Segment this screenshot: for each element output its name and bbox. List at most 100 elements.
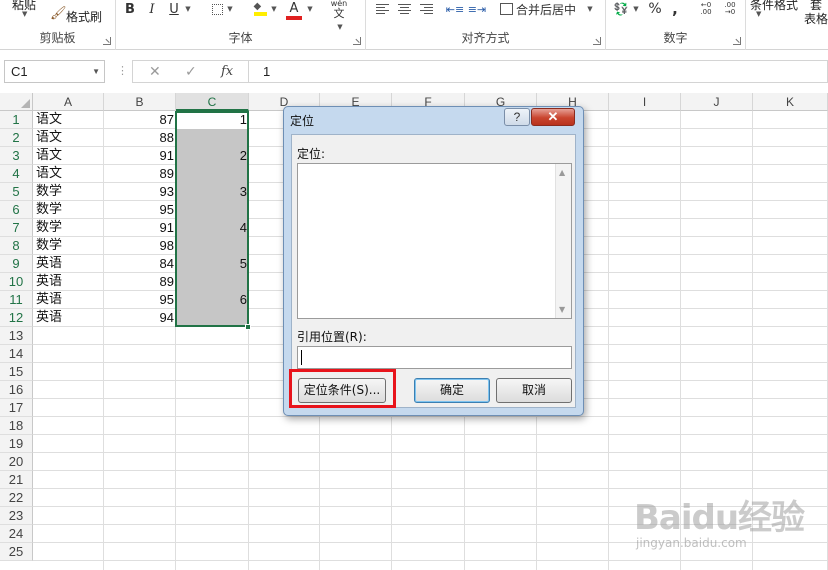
row-header[interactable]: 25 <box>0 543 33 561</box>
italic-button[interactable]: I <box>144 0 160 18</box>
row-header[interactable]: 5 <box>0 183 33 201</box>
cell-b11[interactable]: 95 <box>104 291 176 309</box>
row-header[interactable]: 4 <box>0 165 33 183</box>
ok-button[interactable]: 确定 <box>414 378 490 403</box>
cell-c4[interactable] <box>176 165 249 183</box>
cell-c3[interactable]: 2 <box>176 147 249 165</box>
insert-function-icon[interactable]: fx <box>221 64 233 79</box>
cell-c10[interactable] <box>176 273 249 291</box>
row-header[interactable]: 2 <box>0 129 33 147</box>
cell-c8[interactable] <box>176 237 249 255</box>
align-center-icon[interactable] <box>396 0 412 18</box>
row-header[interactable]: 24 <box>0 525 33 543</box>
cell-c7[interactable]: 4 <box>176 219 249 237</box>
row-header[interactable]: 21 <box>0 471 33 489</box>
cell-b3[interactable]: 91 <box>104 147 176 165</box>
row-header[interactable]: 10 <box>0 273 33 291</box>
cell-a5[interactable]: 数学 <box>33 183 104 201</box>
row-header[interactable]: 23 <box>0 507 33 525</box>
cell-b1[interactable]: 87 <box>104 111 176 129</box>
row-header[interactable]: 17 <box>0 399 33 417</box>
column-header-j[interactable]: J <box>681 93 753 111</box>
phonetic-button[interactable]: wén 文 <box>326 0 352 20</box>
cell-a1[interactable]: 语文 <box>33 111 104 129</box>
cell-c1[interactable]: 1 <box>176 111 249 129</box>
column-header-a[interactable]: A <box>33 93 104 111</box>
cell-c11[interactable]: 6 <box>176 291 249 309</box>
cell-c12[interactable] <box>176 309 249 327</box>
cell-a7[interactable]: 数学 <box>33 219 104 237</box>
cell-a6[interactable]: 数学 <box>33 201 104 219</box>
cancel-button[interactable]: 取消 <box>496 378 572 403</box>
font-color-button[interactable]: A <box>286 0 302 20</box>
comma-button[interactable]: , <box>668 0 682 18</box>
help-button[interactable]: ? <box>504 108 530 126</box>
merge-center-button[interactable]: 合并后居中 <box>516 0 582 18</box>
close-button[interactable]: ✕ <box>531 108 575 126</box>
row-header[interactable]: 19 <box>0 435 33 453</box>
row-header[interactable]: 11 <box>0 291 33 309</box>
row-header[interactable]: 22 <box>0 489 33 507</box>
cell-c5[interactable]: 3 <box>176 183 249 201</box>
cell-b8[interactable]: 98 <box>104 237 176 255</box>
underline-dropdown-icon[interactable]: ▼ <box>182 0 192 18</box>
reference-input[interactable] <box>297 346 572 369</box>
cell-a12[interactable]: 英语 <box>33 309 104 327</box>
cell-b12[interactable]: 94 <box>104 309 176 327</box>
cell-b5[interactable]: 93 <box>104 183 176 201</box>
formula-bar-grip-icon[interactable]: ⋮ <box>117 64 128 77</box>
name-box-dropdown-icon[interactable]: ▼ <box>92 61 100 82</box>
cell-a9[interactable]: 英语 <box>33 255 104 273</box>
row-header[interactable]: 16 <box>0 381 33 399</box>
border-dropdown-icon[interactable]: ▼ <box>224 0 234 18</box>
accounting-dropdown-icon[interactable]: ▼ <box>630 0 640 18</box>
column-header-i[interactable]: I <box>609 93 681 111</box>
row-header[interactable]: 1 <box>0 111 33 129</box>
clipboard-launcher-icon[interactable] <box>103 37 111 45</box>
cell-c2[interactable] <box>176 129 249 147</box>
column-header-b[interactable]: B <box>104 93 176 111</box>
row-header[interactable]: 3 <box>0 147 33 165</box>
scroll-up-icon[interactable]: ▲ <box>559 168 565 177</box>
row-header[interactable]: 18 <box>0 417 33 435</box>
number-launcher-icon[interactable] <box>733 37 741 45</box>
border-icon[interactable] <box>210 0 224 18</box>
cell-a3[interactable]: 语文 <box>33 147 104 165</box>
row-header[interactable]: 7 <box>0 219 33 237</box>
cell-b9[interactable]: 84 <box>104 255 176 273</box>
row-header[interactable]: 20 <box>0 453 33 471</box>
goto-listbox[interactable]: ▲ ▼ <box>297 163 572 319</box>
underline-button[interactable]: U <box>166 0 182 18</box>
fill-handle[interactable] <box>245 324 251 330</box>
increase-indent-icon[interactable]: ≡⇥ <box>468 0 486 18</box>
cell-a8[interactable]: 数学 <box>33 237 104 255</box>
row-header[interactable]: 14 <box>0 345 33 363</box>
row-header[interactable]: 12 <box>0 309 33 327</box>
merge-dropdown-icon[interactable]: ▼ <box>584 0 594 18</box>
cancel-icon[interactable]: ✕ <box>149 64 161 80</box>
row-header[interactable]: 8 <box>0 237 33 255</box>
row-header[interactable]: 6 <box>0 201 33 219</box>
cell-b10[interactable]: 89 <box>104 273 176 291</box>
select-all-button[interactable] <box>0 93 33 111</box>
fill-color-dropdown-icon[interactable]: ▼ <box>268 0 278 18</box>
accounting-format-icon[interactable]: 💱 <box>612 0 630 18</box>
row-header[interactable]: 9 <box>0 255 33 273</box>
cell-b6[interactable]: 95 <box>104 201 176 219</box>
fill-color-icon[interactable]: ◆ <box>252 0 268 18</box>
goto-scrollbar[interactable]: ▲ ▼ <box>555 164 571 318</box>
conditional-format-dropdown-icon[interactable]: ▼ <box>756 10 761 18</box>
cell-b2[interactable]: 88 <box>104 129 176 147</box>
format-painter-button[interactable]: 格式刷 <box>66 8 102 25</box>
bold-button[interactable]: B <box>122 0 138 18</box>
font-launcher-icon[interactable] <box>353 37 361 45</box>
increase-decimal-icon[interactable]: ←0.00 <box>696 0 716 18</box>
cell-b7[interactable]: 91 <box>104 219 176 237</box>
name-box[interactable]: C1 ▼ <box>4 60 105 83</box>
cell-c9[interactable]: 5 <box>176 255 249 273</box>
cell-c6[interactable] <box>176 201 249 219</box>
column-header-k[interactable]: K <box>753 93 828 111</box>
align-right-icon[interactable] <box>418 0 434 18</box>
merge-center-icon[interactable] <box>498 0 514 18</box>
scroll-down-icon[interactable]: ▼ <box>559 305 565 314</box>
